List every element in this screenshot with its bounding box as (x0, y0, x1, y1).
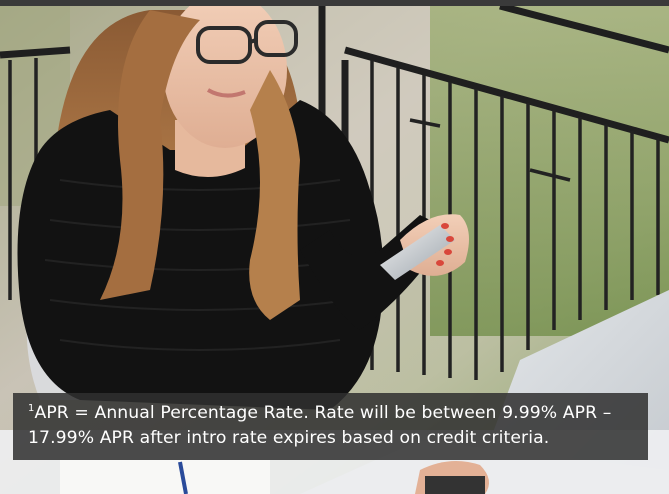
apr-disclaimer-banner: 1APR = Annual Percentage Rate. Rate will… (13, 393, 648, 460)
promo-image-panel: 1APR = Annual Percentage Rate. Rate will… (0, 0, 669, 494)
disclaimer-line-2: 17.99% APR after intro rate expires base… (28, 428, 550, 448)
disclaimer-line-1: 1APR = Annual Percentage Rate. Rate will… (28, 401, 638, 426)
disclaimer-text-1: APR = Annual Percentage Rate. Rate will … (34, 403, 612, 423)
